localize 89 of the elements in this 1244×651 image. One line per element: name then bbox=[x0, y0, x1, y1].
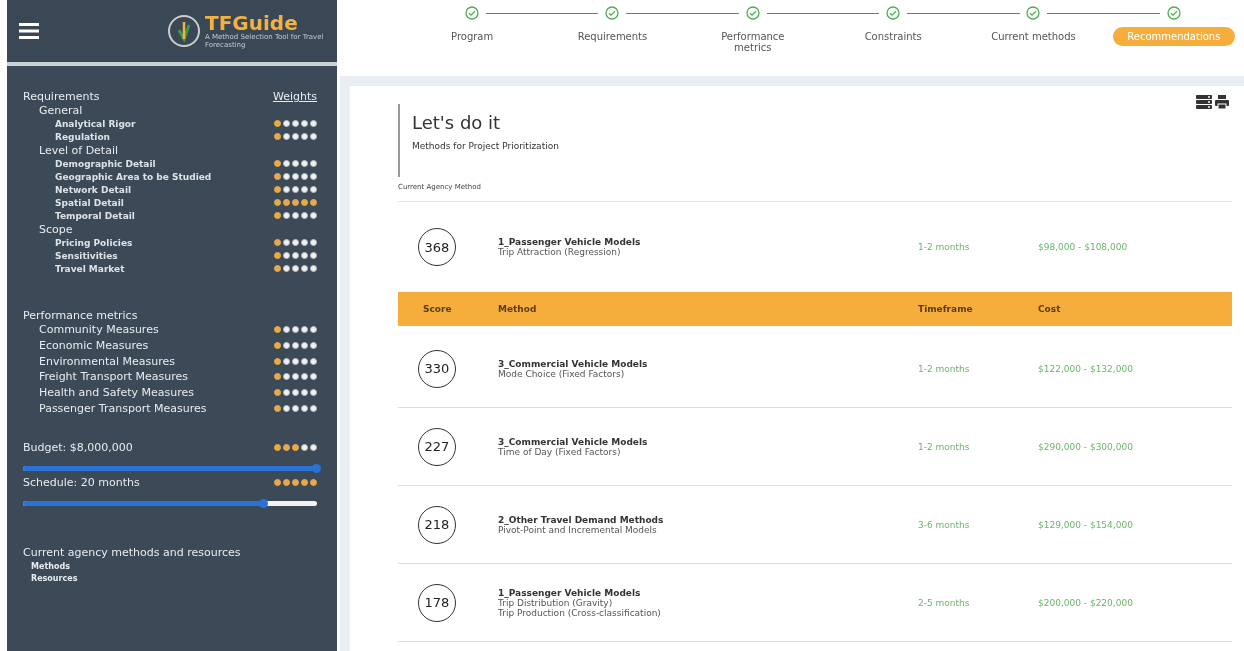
section-title: Current agency methods and resources bbox=[23, 545, 242, 559]
method-name: Pivot-Point and Incremental Models bbox=[498, 524, 658, 535]
requirement-label: Sensitivities bbox=[55, 250, 118, 261]
column-header: Timeframe bbox=[918, 304, 974, 314]
method-category: 2_Other Travel Demand Methods bbox=[498, 514, 665, 525]
logo-name: TFGuide bbox=[205, 12, 298, 33]
check-icon bbox=[1166, 6, 1181, 20]
check-icon bbox=[605, 6, 620, 20]
group-label: Scope bbox=[39, 223, 74, 236]
weight-rating[interactable] bbox=[274, 479, 317, 487]
requirement-label: Pricing Policies bbox=[55, 237, 133, 248]
requirement-label: Spatial Detail bbox=[55, 197, 124, 208]
step-tab[interactable]: Program bbox=[417, 27, 528, 46]
list-icon[interactable] bbox=[1196, 94, 1212, 110]
method-name: Time of Day (Fixed Factors) bbox=[498, 446, 622, 457]
metric-label: Community Measures bbox=[39, 323, 159, 337]
cost-range: $122,000 - $132,000 bbox=[1038, 363, 1134, 374]
method-name: Mode Choice (Fixed Factors) bbox=[498, 368, 626, 379]
group-label: Level of Detail bbox=[39, 144, 120, 157]
requirement-label: Analytical Rigor bbox=[55, 118, 136, 129]
weight-rating[interactable] bbox=[274, 160, 317, 167]
column-header: Method bbox=[498, 304, 538, 314]
group-label: General bbox=[39, 104, 84, 117]
method-name: Trip Distribution (Gravity) bbox=[498, 597, 613, 608]
constraint-label: Schedule: 20 months bbox=[23, 476, 140, 490]
print-icon[interactable] bbox=[1214, 94, 1230, 110]
check-icon bbox=[886, 6, 901, 20]
metric-label: Passenger Transport Measures bbox=[39, 401, 207, 415]
page-subtitle: Methods for Project Prioritization bbox=[412, 141, 560, 151]
weight-rating[interactable] bbox=[274, 133, 317, 140]
column-header: Score bbox=[423, 304, 453, 314]
method-category: 3_Commercial Vehicle Models bbox=[498, 358, 649, 369]
weight-rating[interactable] bbox=[274, 199, 317, 206]
weights-label: Weights bbox=[272, 90, 317, 103]
page-title: Let's do it bbox=[412, 112, 502, 133]
weight-rating[interactable] bbox=[274, 373, 317, 381]
metric-label: Freight Transport Measures bbox=[39, 370, 188, 384]
method-category: 1_Passenger Vehicle Models bbox=[498, 587, 642, 598]
timeframe: 1-2 months bbox=[918, 441, 971, 452]
metric-label: Economic Measures bbox=[39, 339, 149, 353]
cost-range: $290,000 - $300,000 bbox=[1038, 441, 1134, 452]
weight-rating[interactable] bbox=[274, 404, 317, 412]
slider[interactable] bbox=[23, 500, 317, 506]
resource-link[interactable]: Methods bbox=[31, 561, 317, 571]
logo-icon bbox=[167, 14, 201, 48]
timeframe: 1-2 months bbox=[918, 363, 971, 374]
constraint-label: Budget: $8,000,000 bbox=[23, 441, 133, 455]
requirement-label: Temporal Detail bbox=[55, 210, 135, 221]
weight-rating[interactable] bbox=[274, 265, 317, 272]
requirement-label: Network Detail bbox=[55, 184, 132, 195]
timeframe: 2-5 months bbox=[918, 597, 971, 608]
method-category: 1_Passenger Vehicle Models bbox=[498, 237, 642, 247]
cost-range: $129,000 - $154,000 bbox=[1038, 519, 1134, 530]
weight-rating[interactable] bbox=[274, 389, 317, 397]
column-header: Cost bbox=[1038, 304, 1062, 314]
step-tab[interactable]: Constraints bbox=[838, 27, 949, 46]
section-title: Performance metrics bbox=[23, 309, 139, 322]
requirement-label: Travel Market bbox=[55, 263, 125, 274]
method-name: Trip Production (Cross-classification) bbox=[498, 607, 662, 618]
weight-rating[interactable] bbox=[274, 326, 317, 334]
weight-rating[interactable] bbox=[274, 342, 317, 350]
step-tab[interactable]: Current methods bbox=[978, 27, 1089, 46]
resource-link[interactable]: Resources bbox=[31, 573, 317, 583]
metric-label: Health and Safety Measures bbox=[39, 386, 194, 400]
weight-rating[interactable] bbox=[274, 444, 317, 452]
weight-rating[interactable] bbox=[274, 239, 317, 246]
step-tab[interactable]: Requirements bbox=[557, 27, 668, 46]
weight-rating[interactable] bbox=[274, 252, 317, 259]
metric-label: Environmental Measures bbox=[39, 354, 175, 368]
step-tab[interactable]: Performance metrics bbox=[697, 27, 808, 57]
weight-rating[interactable] bbox=[274, 120, 317, 127]
weight-rating[interactable] bbox=[274, 357, 317, 365]
section-title: Requirements bbox=[23, 90, 100, 103]
cost-range: $98,000 - $108,000 bbox=[1038, 242, 1129, 252]
weight-rating[interactable] bbox=[274, 212, 317, 219]
timeframe: 3-6 months bbox=[918, 519, 971, 530]
menu-icon[interactable] bbox=[19, 23, 39, 39]
timeframe: 1-2 months bbox=[918, 242, 971, 252]
check-icon bbox=[465, 6, 480, 20]
check-icon bbox=[745, 6, 760, 20]
method-category: 3_Commercial Vehicle Models bbox=[498, 436, 649, 447]
requirement-label: Geographic Area to be Studied bbox=[55, 171, 212, 182]
cost-range: $200,000 - $220,000 bbox=[1038, 597, 1134, 608]
requirement-label: Demographic Detail bbox=[55, 158, 156, 169]
check-icon bbox=[1026, 6, 1041, 20]
weight-rating[interactable] bbox=[274, 186, 317, 193]
requirement-label: Regulation bbox=[55, 131, 111, 142]
method-name: Trip Attraction (Regression) bbox=[498, 247, 622, 257]
weight-rating[interactable] bbox=[274, 173, 317, 180]
